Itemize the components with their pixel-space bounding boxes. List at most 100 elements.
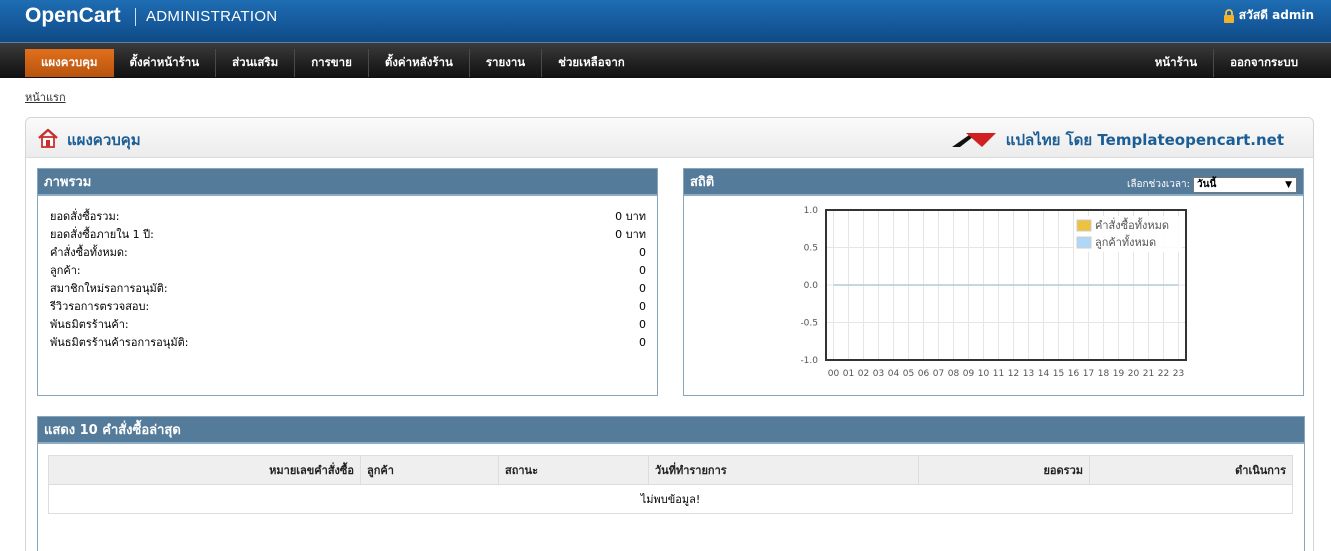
menu-dashboard[interactable]: แผงควบคุม <box>25 49 114 77</box>
column-order-id[interactable]: หมายเลขคำสั่งซื้อ <box>48 455 361 485</box>
x-tick-label: 11 <box>993 369 1004 379</box>
legend-swatch <box>1076 236 1092 249</box>
overview-row: ลูกค้า: 0 <box>50 262 646 280</box>
x-tick-label: 19 <box>1113 369 1125 379</box>
column-customer[interactable]: ลูกค้า <box>360 455 499 485</box>
range-select[interactable]: วันนี้ ▼ <box>1193 176 1297 193</box>
column-date-added[interactable]: วันที่ทำรายการ <box>648 455 919 485</box>
menu-extensions[interactable]: ส่วนเสริม <box>216 49 296 77</box>
translator-logo-icon <box>951 133 996 147</box>
y-tick-label: 0.0 <box>804 281 819 291</box>
brand-logo[interactable]: OpenCart <box>25 4 121 28</box>
brand-divider <box>135 8 136 26</box>
statistics-header: สถิติ เลือกช่วงเวลา: วันนี้ ▼ <box>684 169 1303 196</box>
x-tick-label: 20 <box>1128 369 1140 379</box>
menu-storefront[interactable]: หน้าร้าน <box>1139 49 1215 77</box>
x-tick-label: 03 <box>873 369 884 379</box>
x-tick-label: 08 <box>948 369 960 379</box>
y-tick-label: -1.0 <box>800 356 818 366</box>
translation-credit: แปลไทย โดย Templateopencart.net <box>951 128 1284 152</box>
overview-label: พันธมิตรร้านค้า: <box>50 318 129 331</box>
overview-row: คำสั่งซื้อทั้งหมด: 0 <box>50 244 646 262</box>
statistics-title: สถิติ <box>690 175 715 190</box>
x-tick-label: 02 <box>858 369 869 379</box>
home-icon <box>38 128 58 148</box>
x-tick-label: 01 <box>843 369 854 379</box>
overview-value: 0 <box>639 264 646 277</box>
overview-label: คำสั่งซื้อทั้งหมด: <box>50 246 128 259</box>
overview-row: ยอดสั่งซื้อรวม: 0 บาท <box>50 208 646 226</box>
user-greeting-text: สวัสดี admin <box>1238 8 1314 22</box>
overview-title: ภาพรวม <box>38 169 657 196</box>
no-results-text: ไม่พบข้อมูล! <box>48 484 1293 514</box>
lock-icon <box>1223 8 1234 23</box>
statistics-panel: สถิติ เลือกช่วงเวลา: วันนี้ ▼ 1.0 0.5 0.0 -… <box>683 168 1304 396</box>
x-tick-label: 04 <box>888 369 900 379</box>
x-tick-label: 14 <box>1038 369 1050 379</box>
dashboard-box: แผงควบคุม แปลไทย โดย Templateopencart.ne… <box>25 117 1314 551</box>
x-tick-label: 21 <box>1143 369 1154 379</box>
orders-table: หมายเลขคำสั่งซื้อ ลูกค้า สถานะ วันที่ทำร… <box>48 455 1293 514</box>
legend-swatch <box>1076 219 1092 232</box>
menu-sales[interactable]: การขาย <box>295 49 369 77</box>
dropdown-arrow-icon: ▼ <box>1285 179 1292 190</box>
translation-credit-text: แปลไทย โดย Templateopencart.net <box>1005 131 1284 149</box>
overview-label: พันธมิตรร้านค้ารอการอนุมัติ: <box>50 336 189 349</box>
brand-subtitle: ADMINISTRATION <box>146 8 278 25</box>
orders-table-header: หมายเลขคำสั่งซื้อ ลูกค้า สถานะ วันที่ทำร… <box>48 455 1293 485</box>
overview-list: ยอดสั่งซื้อรวม: 0 บาท ยอดสั่งซื้อภายใน 1 … <box>50 208 646 352</box>
x-tick-label: 17 <box>1083 369 1094 379</box>
column-total[interactable]: ยอดรวม <box>918 455 1090 485</box>
table-row: ไม่พบข้อมูล! <box>48 484 1293 514</box>
latest-orders-panel: แสดง 10 คำสั่งซื้อล่าสุด หมายเลขคำสั่งซื… <box>37 416 1305 551</box>
overview-row: พันธมิตรร้านค้ารอการอนุมัติ: 0 <box>50 334 646 352</box>
overview-label: สมาชิกใหม่รอการอนุมัติ: <box>50 282 168 295</box>
x-tick-label: 18 <box>1098 369 1110 379</box>
menu-help[interactable]: ช่วยเหลือจาก <box>542 49 641 77</box>
overview-panel: ภาพรวม ยอดสั่งซื้อรวม: 0 บาท ยอดสั่งซื้อภ… <box>37 168 658 396</box>
menu-system[interactable]: ตั้งค่าหลังร้าน <box>369 49 470 77</box>
overview-label: ยอดสั่งซื้อภายใน 1 ปี: <box>50 228 154 241</box>
column-status[interactable]: สถานะ <box>498 455 649 485</box>
legend-label: ลูกค้าทั้งหมด <box>1095 234 1156 249</box>
y-tick-label: -0.5 <box>800 319 818 329</box>
overview-label: ยอดสั่งซื้อรวม: <box>50 210 120 223</box>
overview-value: 0 <box>639 246 646 259</box>
menu-right: หน้าร้าน ออกจากระบบ <box>1139 49 1314 77</box>
x-tick-label: 15 <box>1053 369 1064 379</box>
statistics-chart: 1.00.50.0-0.5-1.000 01 02 03 04 05 06 07 08 09 10 1… <box>800 206 1187 379</box>
menu-reports[interactable]: รายงาน <box>470 49 543 77</box>
x-tick-label: 07 <box>933 369 944 379</box>
overview-value: 0 <box>639 336 646 349</box>
x-tick-label: 13 <box>1023 369 1034 379</box>
x-tick-label: 16 <box>1068 369 1080 379</box>
latest-orders-title: แสดง 10 คำสั่งซื้อล่าสุด <box>38 417 1304 444</box>
y-tick-label: 0.5 <box>804 244 818 254</box>
x-tick-label: 00 <box>828 369 840 379</box>
overview-label: ลูกค้า: <box>50 264 81 277</box>
breadcrumb-home[interactable]: หน้าแรก <box>25 88 66 106</box>
overview-value: 0 <box>639 282 646 295</box>
x-tick-label: 05 <box>903 369 914 379</box>
overview-value: 0 <box>639 318 646 331</box>
x-tick-label: 22 <box>1158 369 1169 379</box>
page-title: แผงควบคุม <box>67 131 141 149</box>
column-action: ดำเนินการ <box>1089 455 1293 485</box>
x-tick-label: 09 <box>963 369 975 379</box>
main-menu-bar: แผงควบคุม ตั้งค่าหน้าร้าน ส่วนเสริม การข… <box>0 42 1331 78</box>
x-tick-label: 06 <box>918 369 930 379</box>
range-select-value: วันนี้ <box>1197 178 1217 190</box>
overview-row: รีวิวรอการตรวจสอบ: 0 <box>50 298 646 316</box>
menu-catalog[interactable]: ตั้งค่าหน้าร้าน <box>114 49 217 77</box>
overview-row: ยอดสั่งซื้อภายใน 1 ปี: 0 บาท <box>50 226 646 244</box>
x-tick-label: 23 <box>1173 369 1184 379</box>
x-tick-label: 12 <box>1008 369 1019 379</box>
menu-logout[interactable]: ออกจากระบบ <box>1214 49 1314 77</box>
overview-label: รีวิวรอการตรวจสอบ: <box>50 300 150 313</box>
main-menu: แผงควบคุม ตั้งค่าหน้าร้าน ส่วนเสริม การข… <box>25 49 641 77</box>
overview-row: สมาชิกใหม่รอการอนุมัติ: 0 <box>50 280 646 298</box>
range-control: เลือกช่วงเวลา: วันนี้ ▼ <box>1127 171 1297 198</box>
range-label: เลือกช่วงเวลา: <box>1126 179 1190 190</box>
legend-label: คำสั่งซื้อทั้งหมด <box>1095 217 1169 232</box>
overview-row: พันธมิตรร้านค้า: 0 <box>50 316 646 334</box>
